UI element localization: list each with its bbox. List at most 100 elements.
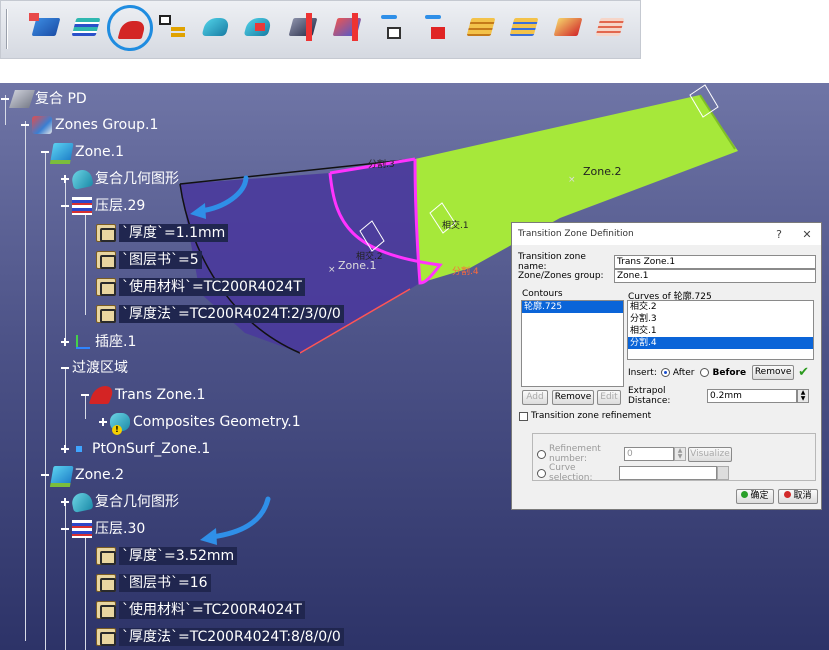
parameter-icon xyxy=(96,251,116,269)
curve-item[interactable]: 相交.1 xyxy=(628,325,813,337)
solid-red-icon[interactable] xyxy=(549,9,587,47)
toolbar-grip[interactable] xyxy=(6,9,8,49)
after-label: After xyxy=(672,367,695,378)
tree-zone1-param[interactable]: `厚度法`=TC200R4024T:2/3/0/0 xyxy=(96,303,344,325)
composites-parameters-icon[interactable] xyxy=(27,9,65,47)
parameter-icon xyxy=(96,224,116,242)
curve-selection-picker-icon[interactable] xyxy=(717,466,729,480)
tree-root[interactable]: 复合 PD xyxy=(0,88,87,110)
cancel-button[interactable]: 取消 xyxy=(778,489,818,504)
plies-table-icon[interactable] xyxy=(67,9,105,47)
curve-selection-field[interactable] xyxy=(619,466,717,480)
zone-group-icon[interactable] xyxy=(239,9,277,47)
curves-list[interactable]: 相交.2 分割.3 相交.1 分割.4 xyxy=(627,300,814,360)
ply-transfer-alt-icon[interactable] xyxy=(417,9,455,47)
expand-icon[interactable] xyxy=(60,444,70,454)
collapse-icon[interactable] xyxy=(20,120,30,130)
dialog-titlebar[interactable]: Transition Zone Definition ? ✕ xyxy=(512,223,821,245)
tree-zone2-param[interactable]: `厚度法`=TC200R4024T:8/8/0/0 xyxy=(96,626,344,648)
tree-composites-geometry[interactable]: Composites Geometry.1 xyxy=(98,411,301,435)
zone-edit-icon[interactable] xyxy=(328,9,366,47)
tree-zone2-param[interactable]: `图层书`=16 xyxy=(96,572,211,594)
ok-icon xyxy=(741,491,749,498)
tree-transition-area[interactable]: 过渡区域 xyxy=(60,357,128,379)
tree-zones-group[interactable]: Zones Group.1 xyxy=(20,114,158,136)
ok-button[interactable]: 确定 xyxy=(736,489,774,504)
extrapol-field[interactable]: 0.2mm xyxy=(707,389,797,403)
expand-icon[interactable] xyxy=(60,174,70,184)
collapse-icon[interactable] xyxy=(80,390,90,400)
refinement-checkbox[interactable] xyxy=(519,411,528,421)
tree-zone1-geometry[interactable]: 复合几何图形 xyxy=(60,168,179,190)
check-icon[interactable]: ✔ xyxy=(798,365,809,380)
curve-item[interactable]: 相交.2 xyxy=(628,301,813,313)
refinement-number-radio[interactable] xyxy=(537,449,546,459)
contours-list[interactable]: 轮廓.725 xyxy=(521,300,624,387)
tree-pt-on-surf[interactable]: PtOnSurf_Zone.1 xyxy=(60,438,210,460)
tree-zone2-param[interactable]: `使用材料`=TC200R4024T xyxy=(96,599,305,621)
solid-slice-icon[interactable] xyxy=(505,9,543,47)
ply-transfer-icon[interactable] xyxy=(373,9,411,47)
collapse-icon[interactable] xyxy=(0,94,10,104)
tree-zone1-param[interactable]: `厚度`=1.1mm xyxy=(96,222,229,244)
before-label: Before xyxy=(712,367,747,378)
group-field[interactable]: Zone.1 xyxy=(614,269,816,283)
refinement-spinner[interactable]: ▲ ▼ xyxy=(674,447,686,461)
solid-from-zone-icon[interactable] xyxy=(462,9,500,47)
ok-label: 确定 xyxy=(750,491,769,501)
tree-zone1-param[interactable]: `使用材料`=TC200R4024T xyxy=(96,276,305,298)
curve-selection-label: Curve selection: xyxy=(549,463,593,483)
plies-icon xyxy=(72,197,92,215)
cancel-icon xyxy=(784,491,792,498)
collapse-icon[interactable] xyxy=(60,363,70,373)
extrapol-label: Extrapol Distance: xyxy=(628,386,671,406)
close-button[interactable]: ✕ xyxy=(793,228,821,241)
parameter-icon xyxy=(96,601,116,619)
tree-zone1-param[interactable]: `图层书`=5 xyxy=(96,249,202,271)
tree-socket[interactable]: 插座.1 xyxy=(60,331,136,353)
product-icon xyxy=(9,90,35,108)
collapse-icon[interactable] xyxy=(40,147,50,157)
zone-icon[interactable] xyxy=(197,9,235,47)
collapse-icon[interactable] xyxy=(60,524,70,534)
refinement-label: Transition zone refinement xyxy=(531,411,652,421)
help-button[interactable]: ? xyxy=(765,228,793,241)
name-field[interactable]: Trans Zone.1 xyxy=(614,255,816,269)
add-button[interactable]: Add xyxy=(522,390,548,405)
tree-zone2-geometry[interactable]: 复合几何图形 xyxy=(60,491,179,513)
expand-icon[interactable] xyxy=(60,497,70,507)
transition-zone-icon xyxy=(88,386,116,404)
refinement-number-label: Refinement number: xyxy=(549,444,601,464)
dialog-title: Transition Zone Definition xyxy=(518,229,634,239)
contour-item[interactable]: 轮廓.725 xyxy=(522,301,623,313)
stacking-icon[interactable] xyxy=(153,9,191,47)
parameter-icon xyxy=(96,305,116,323)
tree-zone2-param[interactable]: `厚度`=3.52mm xyxy=(96,545,238,567)
expand-icon[interactable] xyxy=(60,337,70,347)
tree-trans-zone[interactable]: Trans Zone.1 xyxy=(80,384,205,406)
edit-button[interactable]: Edit xyxy=(597,390,621,405)
refinement-number-field[interactable]: 0 xyxy=(624,447,674,461)
remove-contour-button[interactable]: Remove xyxy=(552,390,594,405)
tree-zone1-plies[interactable]: 压层.29 xyxy=(60,195,145,217)
group-row: Zone/Zones group: Zone.1 xyxy=(518,269,816,283)
solid-pink-icon[interactable] xyxy=(591,9,629,47)
collapse-icon[interactable] xyxy=(40,470,50,480)
visualize-button[interactable]: Visualize xyxy=(688,446,732,462)
tree-zone2[interactable]: Zone.2 xyxy=(40,464,124,486)
tree-zone1[interactable]: Zone.1 xyxy=(40,141,124,163)
after-radio[interactable] xyxy=(660,368,670,377)
zones-group-icon xyxy=(32,116,52,134)
inter1-scene-label: 相交.1 xyxy=(442,221,469,231)
extrapol-spinner[interactable]: ▲ ▼ xyxy=(797,389,809,403)
before-radio[interactable] xyxy=(700,368,710,377)
expand-icon[interactable] xyxy=(98,417,108,427)
curve-item[interactable]: 分割.3 xyxy=(628,313,813,325)
geometry-icon[interactable] xyxy=(284,9,322,47)
tree-zone2-plies[interactable]: 压层.30 xyxy=(60,518,145,540)
remove-curve-button[interactable]: Remove xyxy=(752,365,795,380)
transition-zone-icon[interactable] xyxy=(107,5,153,51)
curve-item[interactable]: 分割.4 xyxy=(628,337,813,349)
curve-selection-radio[interactable] xyxy=(537,468,546,478)
collapse-icon[interactable] xyxy=(60,201,70,211)
